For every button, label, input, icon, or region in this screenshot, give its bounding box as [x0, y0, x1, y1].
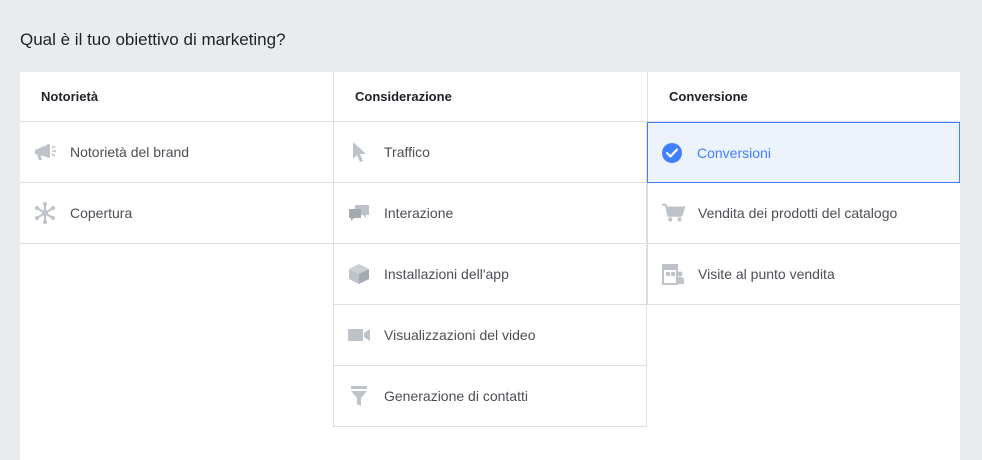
objective-label: Generazione di contatti — [384, 388, 528, 404]
cursor-icon — [347, 140, 371, 164]
objective-label: Conversioni — [697, 144, 771, 161]
cube-icon — [347, 262, 371, 286]
objective-reach[interactable]: Copertura — [20, 183, 333, 244]
objective-label: Interazione — [384, 205, 454, 221]
column-consideration: Considerazione Traffico Interazione Inst… — [333, 72, 647, 427]
store-icon — [661, 262, 685, 286]
objective-engagement[interactable]: Interazione — [333, 183, 647, 244]
objective-label: Copertura — [70, 205, 133, 221]
shopping-cart-icon — [661, 201, 685, 225]
page-title: Qual è il tuo obiettivo di marketing? — [20, 30, 286, 49]
column-header-conversion: Conversione — [647, 72, 960, 122]
objective-catalog-sales[interactable]: Vendita dei prodotti del catalogo — [647, 183, 960, 244]
reach-icon — [33, 201, 57, 225]
objective-lead-generation[interactable]: Generazione di contatti — [333, 366, 647, 427]
objective-conversions[interactable]: Conversioni — [647, 122, 960, 183]
objective-label: Vendita dei prodotti del catalogo — [698, 205, 898, 221]
column-header-consideration: Considerazione — [333, 72, 647, 122]
objective-brand-awareness[interactable]: Notorietà del brand — [20, 122, 333, 183]
video-camera-icon — [347, 323, 371, 347]
objective-store-visits[interactable]: Visite al punto vendita — [647, 244, 960, 305]
funnel-icon — [347, 384, 371, 408]
objectives-panel: Notorietà Notorietà del brand Copertura … — [20, 72, 960, 460]
objective-label: Installazioni dell'app — [384, 266, 509, 282]
megaphone-icon — [33, 140, 57, 164]
objective-label: Visualizzazioni del video — [384, 327, 536, 343]
objective-label: Visite al punto vendita — [698, 266, 835, 282]
column-conversion: Conversione Conversioni Vendita dei prod… — [647, 72, 960, 305]
column-awareness: Notorietà Notorietà del brand Copertura — [20, 72, 333, 244]
checkmark-circle-icon — [660, 141, 684, 165]
objective-app-installs[interactable]: Installazioni dell'app — [333, 244, 647, 305]
chat-bubbles-icon — [347, 201, 371, 225]
objective-label: Traffico — [384, 144, 430, 160]
objective-video-views[interactable]: Visualizzazioni del video — [333, 305, 647, 366]
objective-label: Notorietà del brand — [70, 144, 190, 160]
objective-traffic[interactable]: Traffico — [333, 122, 647, 183]
column-header-awareness: Notorietà — [20, 72, 333, 122]
